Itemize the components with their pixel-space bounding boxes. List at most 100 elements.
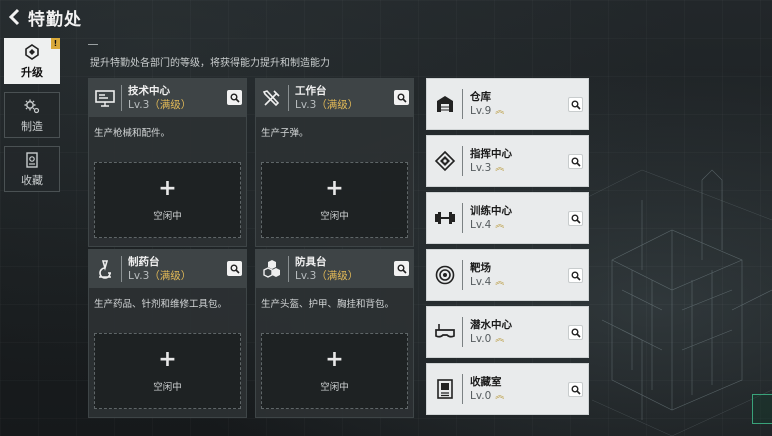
facility-level: Lv.3 ︽ [470,161,504,174]
facility-level: Lv.4 ︽ [470,218,504,231]
back-arrow-icon [8,8,20,26]
dumbbell-icon [434,212,455,224]
facility-name: 潜水中心 [470,318,512,331]
card-header: 制药台 Lv.3（满级） [89,250,246,288]
facility-warehouse[interactable]: 仓库 Lv.9 ︽ [426,78,589,130]
card-level: Lv.3（满级） [295,270,359,282]
card-pharmacy[interactable]: 制药台 Lv.3（满级） 生产药品、针剂和维修工具包。 + 空闲中 [88,249,247,418]
facility-name: 指挥中心 [470,147,512,160]
card-name: 制药台 [128,256,160,268]
card-header: 工作台 Lv.3（满级） [256,79,413,117]
production-slot[interactable]: + 空闲中 [94,162,241,238]
nav-label: 收藏 [21,173,43,187]
add-icon: + [158,347,177,372]
inspect-button[interactable] [568,97,583,112]
back-button[interactable] [0,0,28,34]
search-icon [397,93,407,103]
max-level-tag: （满级） [316,270,359,282]
card-description: 生产枪械和配件。 [94,128,171,139]
inspect-button[interactable] [394,90,409,105]
card-name: 防具台 [295,256,327,268]
warehouse-icon [436,96,453,112]
add-icon: + [158,176,177,201]
page-title: 特勤处 [28,9,82,30]
collection-room-icon [436,379,453,399]
upgrade-chevron-icon: ︽ [495,219,504,230]
upgrade-icon [25,43,39,60]
upgrade-chevron-icon: ︽ [495,276,504,287]
nav-item-collection[interactable]: 收藏 [4,146,60,192]
slot-status: 空闲中 [153,382,182,393]
production-slot[interactable]: + 空闲中 [94,333,241,409]
target-icon [435,265,454,285]
facility-name: 收藏室 [470,375,502,388]
facility-level: Lv.4 ︽ [470,275,504,288]
inspect-button[interactable] [394,261,409,276]
notification-badge: ! [51,38,60,49]
card-workbench[interactable]: 工作台 Lv.3（满级） 生产子弹。 + 空闲中 [255,78,414,247]
facility-shooting-range[interactable]: 靶场 Lv.4 ︽ [426,249,589,301]
search-icon [230,264,240,274]
slot-status: 空闲中 [320,211,349,222]
gear-icon [24,99,40,113]
microscope-icon [99,260,111,279]
facility-name: 训练中心 [470,204,512,217]
card-name: 技术中心 [128,85,170,97]
facility-level: Lv.0 ︽ [470,332,504,345]
search-icon [571,271,581,281]
facility-name: 仓库 [470,90,491,103]
facility-command-center[interactable]: 指挥中心 Lv.3 ︽ [426,135,589,187]
slot-status: 空闲中 [320,382,349,393]
production-slot[interactable]: + 空闲中 [261,162,408,238]
search-icon [397,264,407,274]
search-icon [571,214,581,224]
inspect-button[interactable] [568,325,583,340]
search-icon [571,100,581,110]
diving-mask-icon [434,324,455,338]
upgrade-chevron-icon: ︽ [495,105,504,116]
card-header: 技术中心 Lv.3（满级） [89,79,246,117]
facility-collection-room[interactable]: 收藏室 Lv.0 ︽ [426,363,589,415]
nav-item-upgrade[interactable]: ! 升级 [4,38,60,84]
inspect-button[interactable] [568,154,583,169]
search-icon [571,385,581,395]
nav-item-manufacture[interactable]: 制造 [4,92,60,138]
card-description: 生产头盔、护甲、胸挂和背包。 [261,299,395,310]
inspect-button[interactable] [568,211,583,226]
card-tech-center[interactable]: 技术中心 Lv.3（满级） 生产枪械和配件。 + 空闲中 [88,78,247,247]
slot-status: 空闲中 [153,211,182,222]
search-icon [571,157,581,167]
nav-label: 制造 [21,119,43,133]
card-level: Lv.3（满级） [128,99,192,111]
search-icon [571,328,581,338]
card-armor-bench[interactable]: 防具台 Lv.3（满级） 生产头盔、护甲、胸挂和背包。 + 空闲中 [255,249,414,418]
inspect-button[interactable] [227,90,242,105]
base-wireframe-illustration [582,169,772,436]
armor-icon [263,260,280,278]
corner-indicator[interactable] [752,394,772,424]
add-icon: + [325,176,344,201]
upgrade-chevron-icon: ︽ [495,162,504,173]
card-level: Lv.3（满级） [128,270,192,282]
card-description: 生产药品、针剂和维修工具包。 [94,299,228,310]
max-level-tag: （满级） [149,270,192,282]
card-level: Lv.3（满级） [295,99,359,111]
collection-icon [26,151,38,168]
inspect-button[interactable] [227,261,242,276]
tools-icon [262,90,280,107]
page-description: 提升特勤处各部门的等级，将获得能力提升和制造能力 [90,58,330,69]
card-header: 防具台 Lv.3（满级） [256,250,413,288]
upgrade-chevron-icon: ︽ [495,390,504,401]
facility-training-center[interactable]: 训练中心 Lv.4 ︽ [426,192,589,244]
top-bar: 特勤处 [0,0,82,34]
search-icon [230,93,240,103]
inspect-button[interactable] [568,268,583,283]
add-icon: + [325,347,344,372]
facility-name: 靶场 [470,261,491,274]
facility-diving-center[interactable]: 潜水中心 Lv.0 ︽ [426,306,589,358]
inspect-button[interactable] [568,382,583,397]
card-name: 工作台 [295,85,327,97]
divider [88,44,98,45]
production-slot[interactable]: + 空闲中 [261,333,408,409]
card-description: 生产子弹。 [261,128,309,139]
